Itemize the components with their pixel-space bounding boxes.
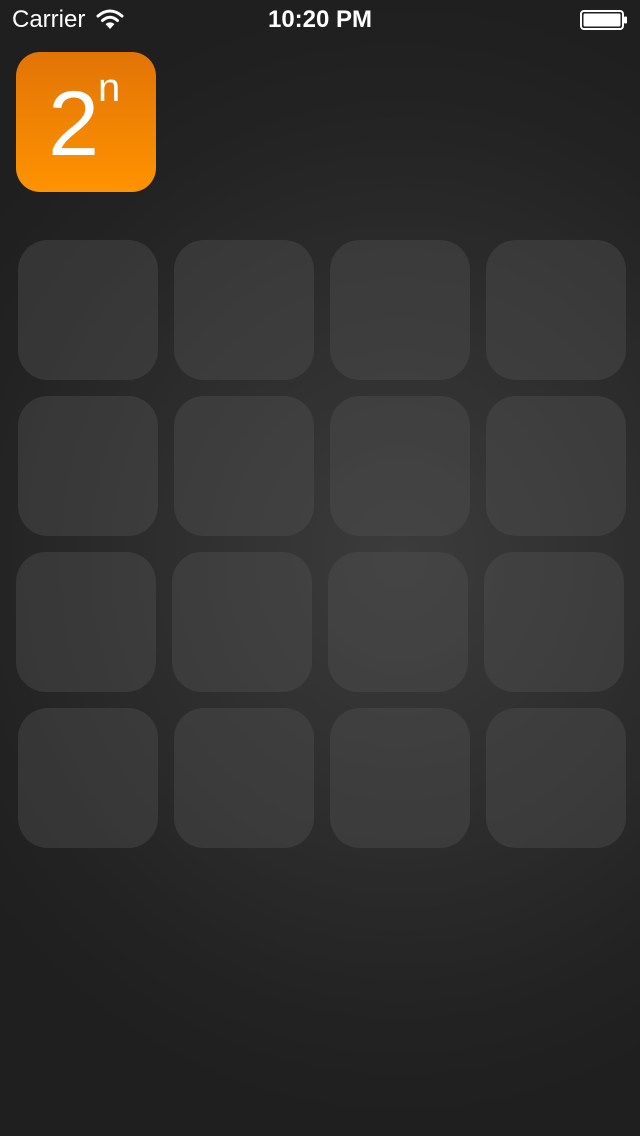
board-cell (174, 240, 314, 380)
board-cell (18, 396, 158, 536)
board-cell (330, 708, 470, 848)
board-cell (18, 708, 158, 848)
board-cell (486, 708, 626, 848)
board-cell (328, 552, 468, 692)
board-cell (174, 396, 314, 536)
board-cell (16, 552, 156, 692)
board-cell (330, 396, 470, 536)
board-cell (484, 552, 624, 692)
board-cell (486, 240, 626, 380)
board-cell (486, 396, 626, 536)
game-board (0, 0, 640, 1136)
board-cell (172, 552, 312, 692)
board-cell (330, 240, 470, 380)
board-cell (174, 708, 314, 848)
board-cell (18, 240, 158, 380)
